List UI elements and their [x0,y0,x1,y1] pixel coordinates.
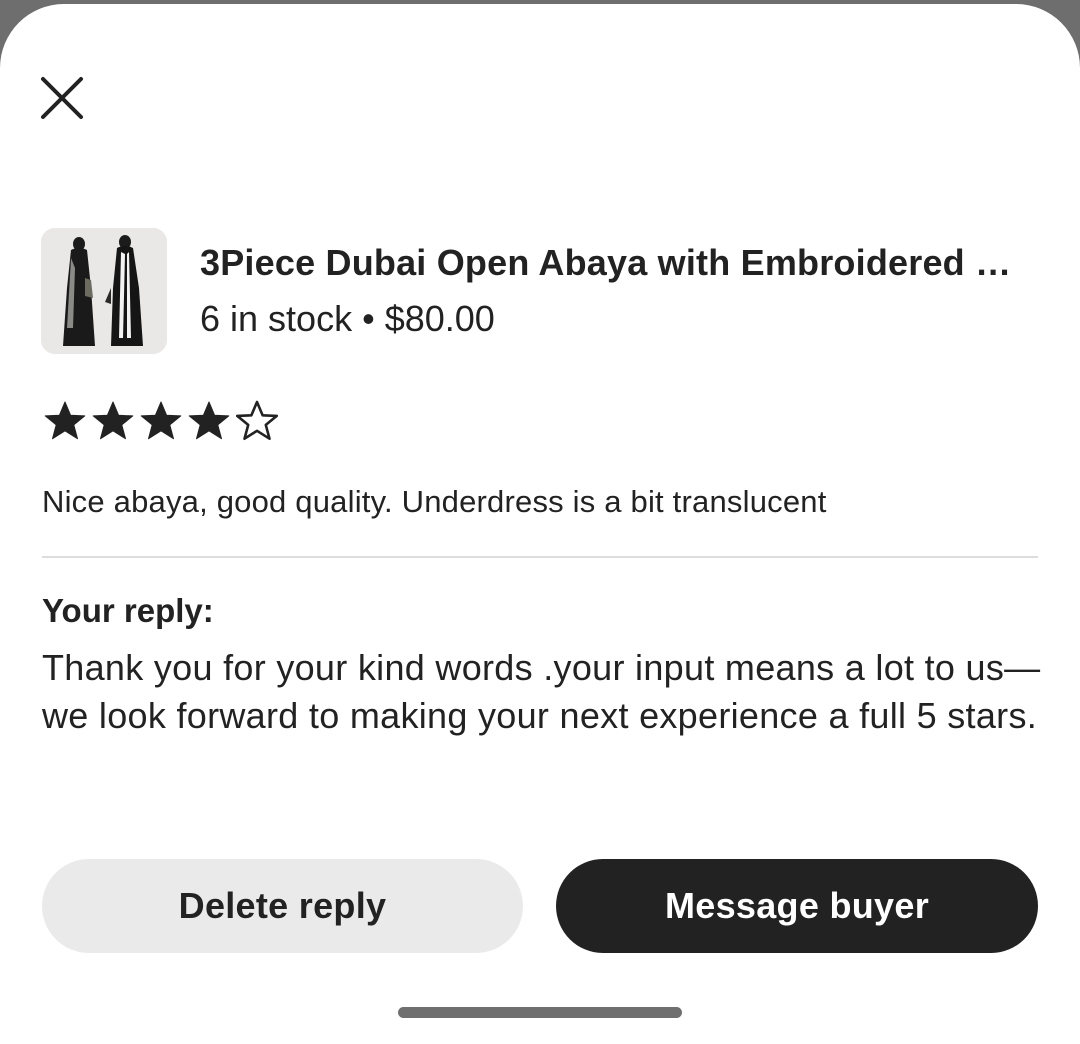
reply-label: Your reply: [42,592,214,629]
home-indicator[interactable] [398,1007,682,1018]
delete-reply-button[interactable]: Delete reply [42,859,523,953]
star-empty-icon [236,400,278,441]
stock-count: 6 in stock [200,298,353,339]
product-title[interactable]: 3Piece Dubai Open Abaya with Embroidered… [200,242,1030,284]
star-filled-icon [44,401,86,440]
close-button[interactable] [40,76,84,120]
product-meta: 6 in stock • $80.00 [200,298,495,340]
product-photo [41,228,167,354]
divider [42,556,1038,558]
review-text: Nice abaya, good quality. Underdress is … [42,484,827,519]
star-filled-icon [92,401,134,440]
star-rating [44,400,278,442]
meta-separator: • [362,298,375,339]
review-detail-sheet: 3Piece Dubai Open Abaya with Embroidered… [0,4,1080,1044]
product-thumbnail[interactable] [41,228,167,354]
message-buyer-button[interactable]: Message buyer [556,859,1038,953]
star-filled-icon [188,401,230,440]
product-price: $80.00 [384,298,495,339]
star-filled-icon [140,401,182,440]
reply-text: Thank you for your kind words .your inpu… [42,647,1041,736]
close-icon [41,77,83,119]
